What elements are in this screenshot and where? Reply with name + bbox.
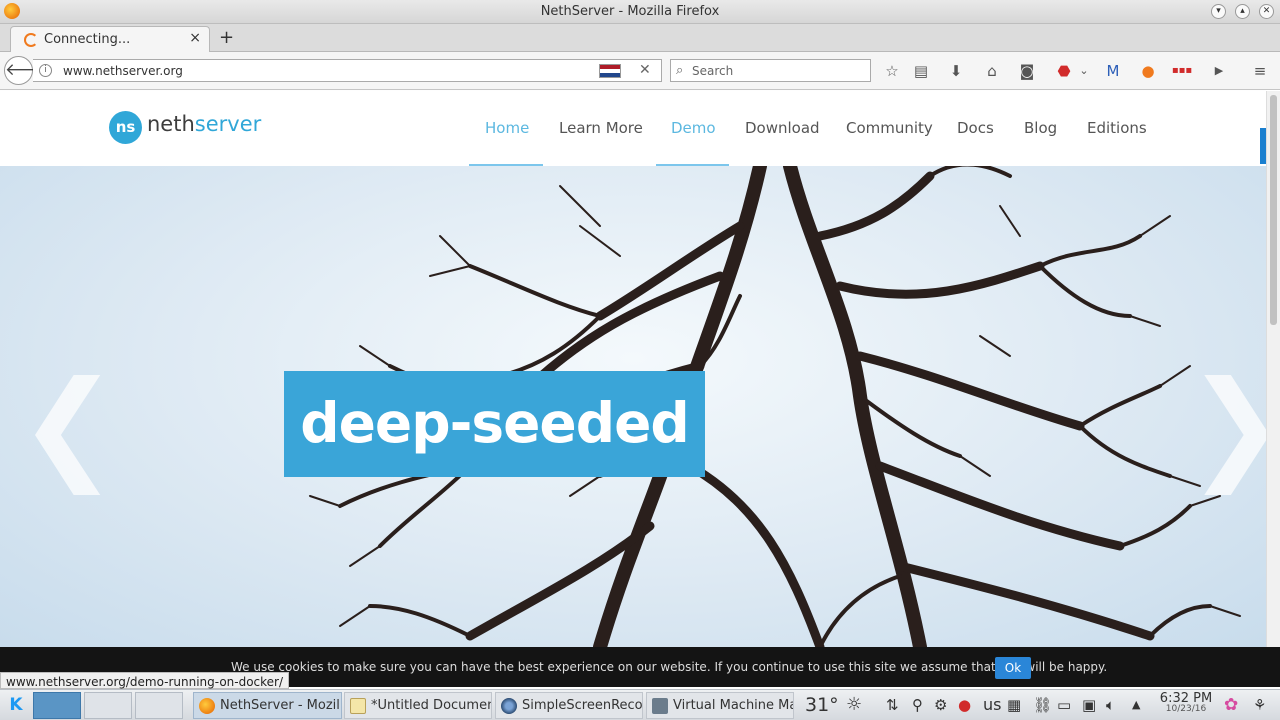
hero-slider: ❮ ❯ deep-seeded (0, 166, 1266, 647)
bookmark-star-icon[interactable]: ☆ (881, 60, 903, 82)
youtube-icon[interactable]: ▶ (1208, 60, 1230, 82)
reading-list-icon[interactable]: ▤ (910, 60, 932, 82)
logo-text-part1: neth (147, 112, 195, 136)
pocket-icon[interactable]: ◙ (1016, 60, 1038, 82)
download-icon[interactable]: ⬇ (945, 60, 967, 82)
netherlands-flag-icon[interactable] (599, 64, 621, 78)
tab-label: Connecting... (44, 32, 131, 47)
home-icon[interactable]: ⌂ (981, 60, 1003, 82)
butterfly-icon[interactable]: ✿ (1224, 694, 1238, 716)
task-label: NethServer - Mozil (220, 698, 340, 713)
window-titlebar: NethServer - Mozilla Firefox ▾ ▴ ✕ (0, 0, 1280, 24)
virt-manager-icon (652, 698, 668, 714)
nav-blog[interactable]: Blog (1024, 119, 1057, 137)
nav-download[interactable]: Download (745, 119, 820, 137)
close-window-button[interactable]: ✕ (1259, 4, 1274, 19)
hamburger-menu-icon[interactable]: ≡ (1249, 60, 1271, 82)
kde-menu-icon[interactable]: K (3, 693, 29, 718)
task-screen-recorder[interactable]: SimpleScreenReco (495, 692, 643, 719)
stop-icon[interactable]: ✕ (639, 62, 651, 78)
extension-red-icon[interactable]: ▪▪▪ (1171, 60, 1193, 82)
search-input[interactable]: ⌕ Search (670, 59, 871, 82)
info-icon[interactable]: i (39, 64, 52, 77)
hero-banner-text: deep-seeded (284, 371, 705, 477)
settings-gear-icon[interactable]: ⚙ (934, 694, 947, 716)
desktop-pager-1[interactable] (33, 692, 81, 719)
search-icon: ⌕ (676, 63, 684, 78)
back-button[interactable]: 🡐 (4, 56, 51, 85)
nav-home[interactable]: Home (485, 119, 529, 137)
minimize-button[interactable]: ▾ (1211, 4, 1226, 19)
task-virt-manager[interactable]: Virtual Machine Ma (646, 692, 794, 719)
adblock-menu-icon[interactable]: ⌄ (1073, 60, 1095, 82)
cookie-ok-button[interactable]: Ok (995, 657, 1031, 679)
desktop-pager-2[interactable] (84, 692, 132, 719)
activities-icon[interactable]: ⚘ (1253, 694, 1266, 716)
task-label: Virtual Machine Ma (673, 698, 794, 713)
gmail-icon[interactable]: M (1102, 60, 1124, 82)
scrollbar-thumb[interactable] (1270, 95, 1277, 325)
search-placeholder: Search (692, 64, 734, 78)
logo-text-part2: server (194, 112, 262, 136)
extension-orange-icon[interactable]: ● (1137, 60, 1159, 82)
adblock-icon[interactable]: ⬣ (1053, 60, 1075, 82)
url-bar[interactable]: i www.nethserver.org ✕ (33, 59, 662, 82)
nethserver-logo-icon[interactable]: ns (109, 111, 142, 144)
tab-bar: Connecting... × + (0, 24, 1280, 52)
loading-spinner-icon (24, 33, 38, 47)
display-icon[interactable]: ▭ (1057, 694, 1071, 716)
nav-learn-more[interactable]: Learn More (559, 119, 643, 137)
keyboard-layout[interactable]: us (983, 694, 1001, 716)
new-tab-button[interactable]: + (219, 27, 234, 48)
nav-community[interactable]: Community (846, 119, 933, 137)
status-bar-url: www.nethserver.org/demo-running-on-docke… (0, 672, 290, 689)
clock[interactable]: 6:32 PM 10/23/16 (1155, 691, 1217, 714)
desktop-pager-3[interactable] (135, 692, 183, 719)
taskbar: K NethServer - Mozil *Untitled Documen S… (0, 689, 1280, 720)
maximize-button[interactable]: ▴ (1235, 4, 1250, 19)
weather-sun-icon[interactable]: ☼ (846, 694, 862, 716)
slider-next-arrow-icon[interactable]: ❯ (1186, 366, 1266, 486)
nav-docs[interactable]: Docs (957, 119, 994, 137)
screen-recorder-icon (501, 698, 517, 714)
nav-demo[interactable]: Demo (671, 119, 716, 137)
network-icon[interactable]: ⇅ (886, 694, 899, 716)
window-title: NethServer - Mozilla Firefox (540, 4, 720, 19)
task-firefox[interactable]: NethServer - Mozil (193, 692, 342, 719)
navigation-toolbar: 🡐 i www.nethserver.org ✕ ⌕ Search ☆ ▤ ⬇ … (0, 52, 1280, 90)
tray-expand-icon[interactable]: ▲ (1132, 694, 1140, 716)
volume-icon[interactable]: 🔈︎ (1106, 694, 1115, 716)
calendar-icon[interactable]: ▦ (1007, 694, 1021, 716)
cookie-message: We use cookies to make sure you can have… (231, 660, 1108, 674)
slider-prev-arrow-icon[interactable]: ❮ (18, 366, 119, 486)
task-label: SimpleScreenReco (522, 698, 643, 713)
text-editor-icon (350, 698, 366, 714)
tab-nethserver[interactable]: Connecting... × (10, 26, 210, 52)
usb-icon[interactable]: ⚲ (912, 694, 923, 716)
nethserver-logo-text[interactable]: nethserver (147, 112, 261, 136)
url-text[interactable]: www.nethserver.org (63, 64, 183, 78)
chain-link-icon[interactable]: ⛓ (1033, 694, 1052, 716)
firefox-icon (199, 698, 215, 714)
clipboard-icon[interactable]: ▣ (1082, 694, 1096, 716)
page-scrollbar[interactable] (1266, 91, 1280, 647)
close-tab-icon[interactable]: × (189, 30, 201, 46)
task-text-editor[interactable]: *Untitled Documen (344, 692, 492, 719)
mega-icon[interactable]: ● (958, 694, 971, 716)
nav-editions[interactable]: Editions (1087, 119, 1147, 137)
task-label: *Untitled Documen (371, 698, 492, 713)
site-header: ns nethserver Home Learn More Demo Downl… (0, 91, 1266, 166)
weather-temperature[interactable]: 31° (805, 694, 839, 716)
